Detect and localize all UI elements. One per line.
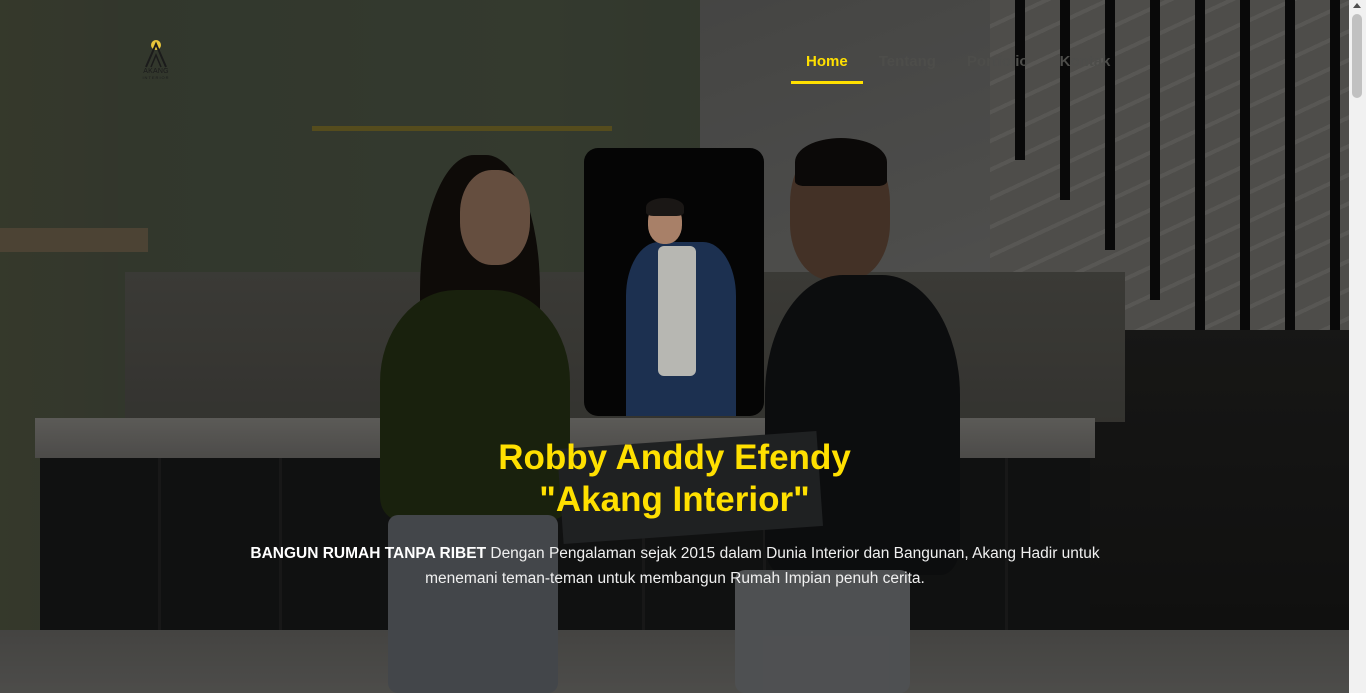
- logo-tagline: INTERIOR: [142, 75, 170, 80]
- scrollbar-thumb[interactable]: [1352, 14, 1362, 98]
- hero-description: BANGUN RUMAH TANPA RIBET Dengan Pengalam…: [230, 541, 1120, 591]
- hero-title: Robby Anddy Efendy "Akang Interior": [0, 437, 1349, 521]
- nav-home[interactable]: Home: [791, 48, 863, 84]
- portrait-hair: [646, 198, 684, 216]
- scroll-up-arrow-icon[interactable]: [1353, 3, 1361, 8]
- nav-portfolio[interactable]: Portfolio: [952, 48, 1044, 79]
- logo-name: AKANG: [143, 68, 169, 75]
- hero-nickname: "Akang Interior": [539, 480, 810, 519]
- brand-logo[interactable]: AKANG INTERIOR: [136, 38, 176, 86]
- portrait-sweater: [658, 246, 696, 376]
- hero-tagline-strong: BANGUN RUMAH TANPA RIBET: [250, 545, 487, 562]
- hero-description-text: Dengan Pengalaman sejak 2015 dalam Dunia…: [425, 545, 1100, 587]
- vertical-scrollbar[interactable]: [1349, 0, 1366, 693]
- main-nav: Home Tentang Portfolio Kontak: [791, 48, 1126, 84]
- logo-mark-icon: [142, 38, 170, 68]
- profile-portrait: [584, 148, 764, 416]
- hero-name: Robby Anddy Efendy: [498, 438, 851, 477]
- nav-tentang[interactable]: Tentang: [864, 48, 951, 79]
- nav-kontak[interactable]: Kontak: [1045, 48, 1126, 79]
